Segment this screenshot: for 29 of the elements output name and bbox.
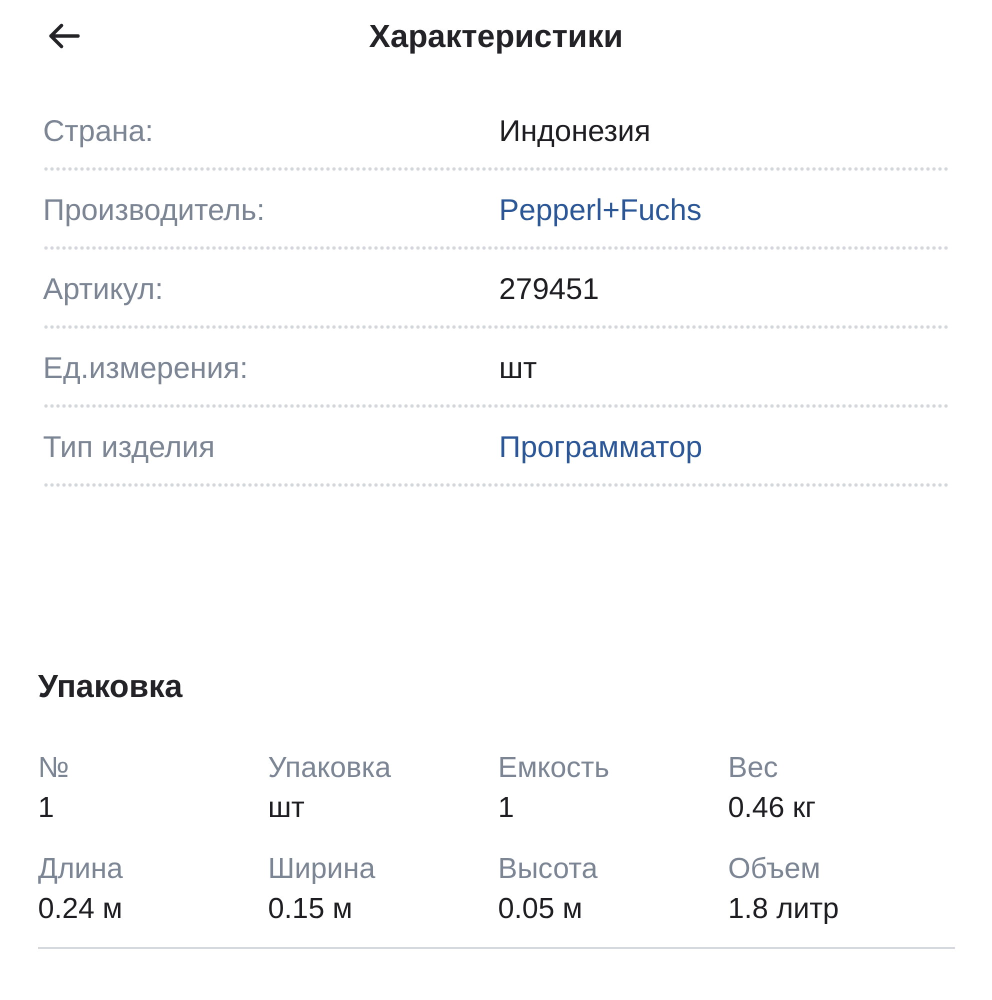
spec-value-link[interactable]: Программатор (499, 430, 702, 466)
field-value: 0.24 м (38, 892, 122, 927)
field-label: Вес (728, 751, 778, 786)
section-title: Упаковка (38, 667, 182, 706)
field-value: 0.05 м (498, 892, 582, 927)
field-label: Емкость (498, 751, 610, 786)
spec-value-link[interactable]: Pepperl+Fuchs (499, 193, 702, 229)
field-value: 0.46 кг (728, 791, 816, 826)
spec-value: 279451 (499, 272, 600, 308)
field-label: Объем (728, 852, 820, 887)
spec-value: шт (499, 351, 537, 387)
back-arrow-icon (48, 23, 80, 49)
field-value: шт (268, 791, 305, 826)
spec-label: Артикул: (43, 272, 164, 308)
field-label: Ширина (268, 852, 376, 887)
field-value: 1.8 литр (728, 892, 839, 927)
spec-label: Тип изделия (43, 430, 215, 466)
spec-label: Ед.измерения: (43, 351, 248, 387)
field-value: 1 (498, 791, 514, 826)
field-label: Высота (498, 852, 598, 887)
spec-value: Индонезия (499, 114, 651, 150)
field-value: 1 (38, 791, 54, 826)
field-label: № (38, 751, 70, 786)
field-label: Упаковка (268, 751, 391, 786)
spec-label: Производитель: (43, 193, 265, 229)
field-value: 0.15 м (268, 892, 352, 927)
field-label: Длина (38, 852, 123, 887)
page-title: Характеристики (368, 17, 623, 56)
spec-label: Страна: (43, 114, 154, 150)
